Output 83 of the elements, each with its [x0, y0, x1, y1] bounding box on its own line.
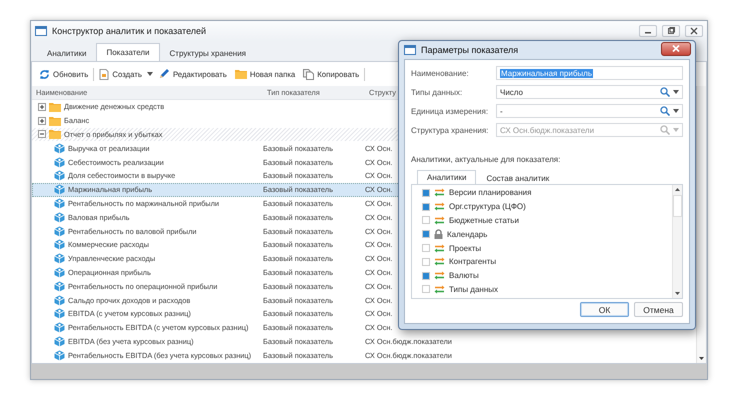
lookup-field[interactable]: - [496, 104, 683, 118]
pencil-icon [158, 68, 170, 80]
cube-icon [54, 322, 65, 334]
arrows-icon [434, 284, 445, 294]
lock-icon [434, 229, 443, 240]
restore-icon [667, 27, 675, 35]
caret-icon[interactable] [673, 109, 679, 113]
list-item[interactable]: Проекты [449, 244, 482, 253]
copy-icon [303, 68, 314, 80]
section-label: Аналитики, актуальные для показателя: [411, 155, 562, 164]
checkbox[interactable] [422, 230, 430, 238]
expand-icon[interactable] [38, 102, 46, 111]
checkbox[interactable] [422, 244, 430, 252]
cube-icon [54, 280, 65, 292]
field-label: Типы данных: [411, 88, 464, 96]
tab[interactable]: Показатели [96, 43, 160, 61]
field-label: Единица измерения: [411, 106, 490, 116]
arrows-icon [434, 271, 445, 280]
list-item[interactable]: Орг.структура (ЦФО) [449, 202, 526, 212]
folder-icon [49, 102, 61, 112]
field-label: Наименование: [411, 68, 470, 78]
cube-icon [54, 184, 65, 196]
minimize-button[interactable] [639, 25, 657, 37]
cube-icon [54, 156, 65, 168]
checkbox[interactable] [422, 216, 430, 224]
search-icon[interactable] [660, 87, 670, 97]
refresh-icon [39, 68, 50, 80]
arrows-icon [434, 216, 445, 225]
list-item[interactable]: Контрагенты [449, 257, 496, 266]
cancel-button[interactable]: Отмена [634, 302, 683, 317]
window-title: Конструктор аналитик и показателей [52, 26, 208, 36]
arrows-icon [434, 244, 445, 253]
collapse-icon[interactable] [38, 130, 46, 138]
folder-icon [234, 69, 247, 79]
window-icon [35, 26, 47, 36]
cube-icon [54, 142, 65, 154]
arrows-icon [434, 257, 445, 266]
list-item[interactable]: Календарь [447, 230, 488, 239]
checkbox[interactable] [422, 188, 430, 197]
list-item[interactable]: Бюджетные статьи [449, 216, 519, 225]
search-icon[interactable] [660, 106, 670, 116]
arrows-icon [434, 188, 445, 198]
document-icon [99, 68, 110, 80]
expand-icon[interactable] [38, 116, 46, 125]
scrollbar[interactable] [696, 86, 706, 363]
arrows-icon [434, 202, 445, 212]
cube-icon [54, 266, 65, 278]
close-icon [672, 45, 680, 52]
folder-icon [49, 116, 61, 126]
close-button[interactable] [661, 42, 691, 56]
tab[interactable]: Состав аналитик [476, 171, 560, 184]
cube-icon [54, 226, 65, 237]
scroll-thumb[interactable] [673, 195, 682, 217]
checkbox[interactable] [422, 285, 430, 294]
cube-icon [54, 170, 65, 182]
ok-button[interactable]: ОК [580, 302, 629, 317]
tab[interactable]: Аналитики [37, 45, 96, 61]
dialog-title: Параметры показателя [421, 45, 520, 55]
field-label: Структура хранения: [411, 126, 490, 134]
tab[interactable]: Аналитики [417, 170, 476, 184]
checkbox[interactable] [422, 202, 430, 211]
cube-icon [54, 350, 65, 361]
lookup-field[interactable]: Число [496, 85, 683, 99]
cube-icon [54, 308, 65, 320]
folder-icon [49, 129, 61, 140]
caret-icon[interactable] [673, 90, 679, 94]
cube-icon [54, 294, 65, 306]
close-icon [690, 27, 698, 35]
cube-icon [54, 198, 65, 209]
checkbox[interactable] [422, 258, 430, 266]
list-item[interactable]: Валюты [449, 271, 479, 280]
list-item[interactable]: Типы данных [449, 284, 498, 294]
cube-icon [54, 336, 65, 347]
window-icon [404, 45, 416, 55]
caret-icon[interactable] [146, 72, 153, 76]
cube-icon [54, 212, 65, 223]
cube-icon [54, 253, 65, 264]
tab[interactable]: Структуры хранения [160, 45, 256, 61]
checkbox[interactable] [422, 272, 430, 280]
cube-icon [54, 239, 65, 250]
maximize-button[interactable] [662, 25, 680, 37]
list-item[interactable]: Версии планирования [449, 188, 532, 198]
scrollbar[interactable] [672, 185, 682, 298]
